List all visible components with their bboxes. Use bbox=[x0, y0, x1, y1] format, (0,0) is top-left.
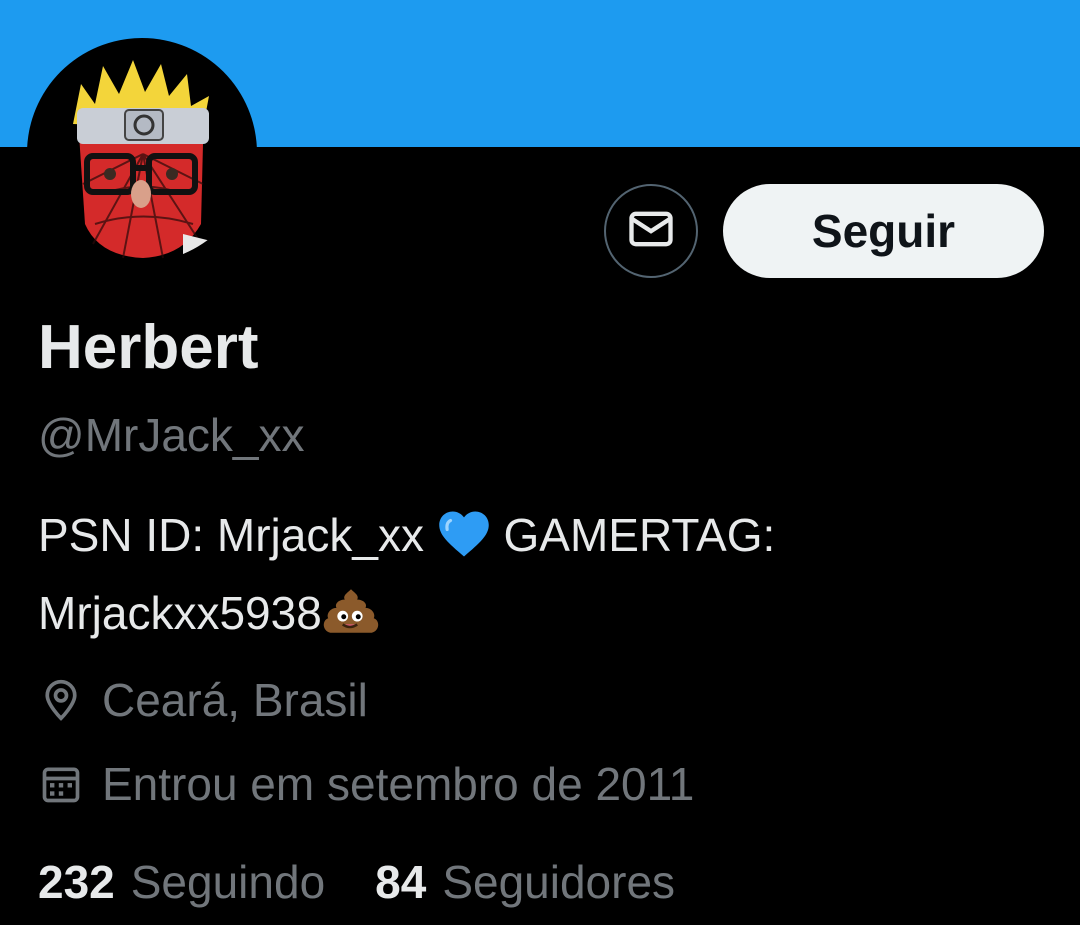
location-text: Ceará, Brasil bbox=[102, 674, 368, 726]
profile-joined-date: Entrou em setembro de 2011 bbox=[38, 757, 694, 811]
bio-text-gamertag-id: Mrjackxx5938 bbox=[38, 587, 322, 639]
bio-text-psn: PSN ID: Mrjack_xx bbox=[38, 509, 437, 561]
joined-text: Entrou em setembro de 2011 bbox=[102, 758, 695, 810]
calendar-icon bbox=[38, 761, 84, 807]
followers-count: 84 bbox=[375, 856, 427, 908]
profile-handle: @MrJack_xx bbox=[38, 409, 305, 461]
follow-stats: 232 Seguindo 84 Seguidores bbox=[38, 855, 725, 909]
display-name: Herbert bbox=[38, 313, 259, 382]
following-label: Seguindo bbox=[130, 856, 326, 908]
message-button[interactable] bbox=[604, 184, 698, 278]
profile-bio: PSN ID: Mrjack_xx GAMERTAG: Mrjackxx5938 bbox=[38, 500, 1048, 656]
blue-heart-icon bbox=[437, 508, 491, 578]
following-link[interactable]: 232 Seguindo bbox=[38, 855, 325, 909]
location-pin-icon bbox=[38, 677, 84, 723]
follow-button[interactable]: Seguir bbox=[723, 184, 1044, 278]
pile-of-poo-icon bbox=[322, 586, 380, 656]
bio-text-gamertag: GAMERTAG: bbox=[490, 509, 776, 561]
envelope-icon bbox=[625, 203, 677, 260]
profile-location: Ceará, Brasil bbox=[38, 673, 368, 727]
followers-link[interactable]: 84 Seguidores bbox=[375, 855, 675, 909]
following-count: 232 bbox=[38, 856, 115, 908]
followers-label: Seguidores bbox=[442, 856, 676, 908]
avatar[interactable] bbox=[33, 44, 251, 262]
